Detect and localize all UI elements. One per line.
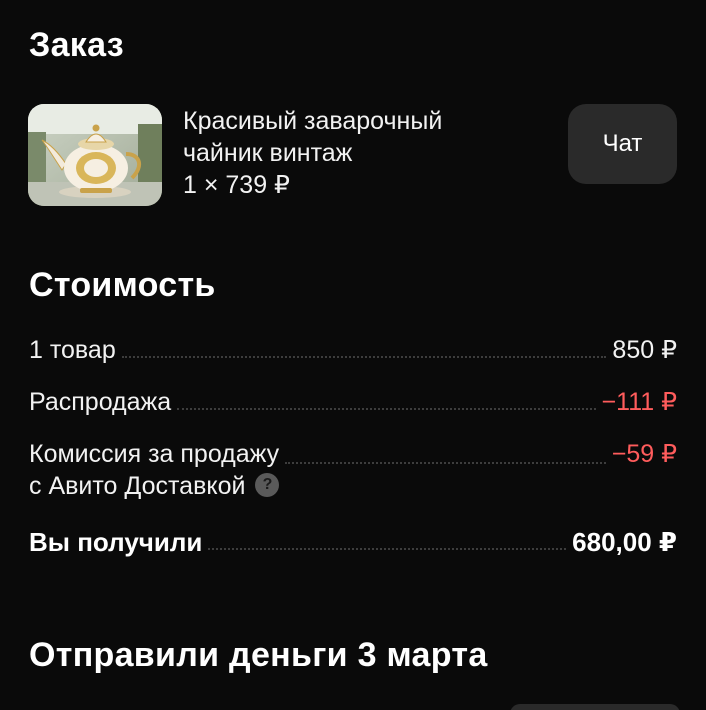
chat-button[interactable]: Чат xyxy=(568,104,677,184)
cost-row-sale: Распродажа −111 ₽ xyxy=(29,386,677,418)
cost-row-commission: Комиссия за продажу с Авито Доставкой? −… xyxy=(29,438,677,502)
dotted-leader xyxy=(208,548,567,550)
dotted-leader xyxy=(177,408,596,410)
total-value: 680,00 ₽ xyxy=(572,527,677,557)
question-circle-icon[interactable]: ? xyxy=(255,473,280,498)
commission-label-line2-wrap: с Авито Доставкой? xyxy=(29,470,280,502)
items-label: 1 товар xyxy=(29,336,116,364)
item-thumbnail[interactable] xyxy=(28,104,162,206)
item-quantity-price: 1 × 739 ₽ xyxy=(183,171,290,199)
commission-value: −59 ₽ xyxy=(611,440,677,468)
commission-label: Комиссия за продажу с Авито Доставкой? xyxy=(29,438,280,502)
dotted-leader xyxy=(121,356,607,358)
total-label: Вы получили xyxy=(29,527,203,557)
sale-label: Распродажа xyxy=(29,388,172,416)
cost-row-total: Вы получили 680,00 ₽ xyxy=(29,526,677,558)
bottom-button-peek[interactable] xyxy=(510,704,680,710)
commission-label-line1: Комиссия за продажу xyxy=(29,440,280,468)
items-value: 850 ₽ xyxy=(612,336,677,364)
item-info: Красивый заварочный чайник винтаж 1 × 73… xyxy=(183,105,503,201)
commission-label-line2: с Авито Доставкой xyxy=(29,472,246,500)
payout-section-title: Отправили деньги 3 марта xyxy=(29,636,488,674)
order-section-title: Заказ xyxy=(29,26,124,64)
teapot-photo-icon xyxy=(28,104,162,206)
item-title[interactable]: Красивый заварочный чайник винтаж xyxy=(183,105,503,169)
sale-value: −111 ₽ xyxy=(601,388,677,416)
cost-row-items: 1 товар 850 ₽ xyxy=(29,334,677,366)
dotted-leader xyxy=(285,462,606,464)
cost-section-title: Стоимость xyxy=(29,266,216,304)
order-details-screen: Заказ Красивый заварочный чайник винтаж … xyxy=(0,0,706,710)
